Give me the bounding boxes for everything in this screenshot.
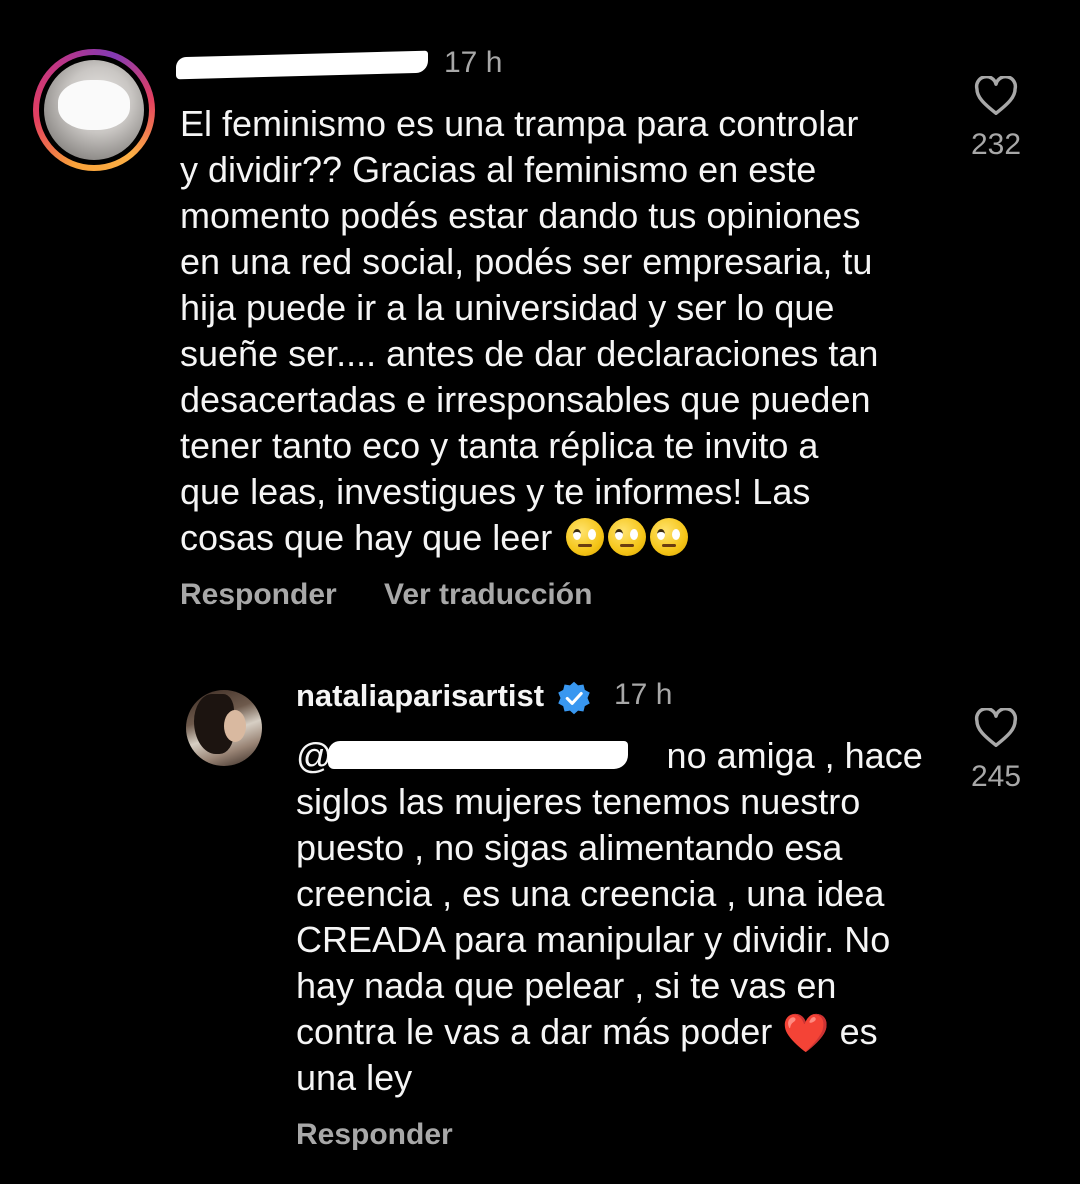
comment-line: hija puede ir a la universidad y ser lo … xyxy=(180,287,835,328)
comment-line: en una red social, podés ser empresaria,… xyxy=(180,241,873,282)
redacted-mention xyxy=(328,741,628,769)
rolling-eyes-emoji-icon xyxy=(608,518,647,556)
like-count: 245 xyxy=(970,760,1022,793)
rolling-eyes-emoji-icon xyxy=(566,518,605,556)
avatar-image xyxy=(224,710,246,742)
reply-line: puesto , no sigas alimentando esa xyxy=(296,827,843,868)
reply-line: una ley xyxy=(296,1057,413,1098)
heart-outline-icon xyxy=(974,708,1018,747)
reply-line: no amiga , hace xyxy=(666,735,923,776)
reply-line: siglos las mujeres tenemos nuestro xyxy=(296,781,861,822)
reply-button[interactable]: Responder xyxy=(180,578,337,612)
like-count: 232 xyxy=(970,128,1022,161)
comments-screen: 17 h El feminismo es una trampa para con… xyxy=(0,0,1080,1184)
comment-line: y dividir?? Gracias al feminismo en este xyxy=(180,149,817,190)
reply-line-with-emoji: contra le vas a dar más poder ❤️ es xyxy=(296,1009,923,1055)
reply-line: creencia , es una creencia , una idea xyxy=(296,873,885,914)
reply-text: @ no amiga , hace siglos las mujeres tene… xyxy=(296,733,923,1101)
reply-timestamp: 17 h xyxy=(614,678,673,711)
reply-line: es xyxy=(839,1011,878,1052)
comment-line: momento podés estar dando tus opiniones xyxy=(180,195,861,236)
commenter-avatar[interactable] xyxy=(44,60,144,160)
reply-author-avatar[interactable] xyxy=(186,690,262,766)
reply-line: hay nada que pelear , si te vas en xyxy=(296,965,837,1006)
see-translation-button[interactable]: Ver traducción xyxy=(384,578,592,612)
comment-text: El feminismo es una trampa para controla… xyxy=(180,101,878,561)
comment-line: desacertadas e irresponsables que pueden xyxy=(180,379,871,420)
comment-line: cosas que hay que leer xyxy=(180,517,553,558)
red-heart-emoji-icon: ❤️ xyxy=(782,1013,830,1055)
avatar-redaction xyxy=(58,80,130,130)
comment-line: sueñe ser.... antes de dar declaraciones… xyxy=(180,333,879,374)
like-button[interactable]: 232 xyxy=(956,76,1036,162)
verified-badge-icon xyxy=(558,681,590,715)
reply-button[interactable]: Responder xyxy=(296,1118,453,1152)
comment-line: que leas, investigues y te informes! Las xyxy=(180,471,811,512)
heart-outline-icon xyxy=(974,76,1018,115)
comment-line: El feminismo es una trampa para controla… xyxy=(180,103,859,144)
reply-line: CREADA para manipular y dividir. No xyxy=(296,919,891,960)
comment-timestamp: 17 h xyxy=(444,46,503,79)
reply-line: contra le vas a dar más poder xyxy=(296,1011,773,1052)
like-button[interactable]: 245 xyxy=(956,708,1036,794)
reply-username[interactable]: nataliaparisartist xyxy=(296,678,544,714)
comment-line: tener tanto eco y tanta réplica te invit… xyxy=(180,425,819,466)
redacted-username xyxy=(176,50,428,80)
rolling-eyes-emoji-icon xyxy=(650,518,689,556)
comment-last-line: cosas que hay que leer xyxy=(180,515,878,561)
